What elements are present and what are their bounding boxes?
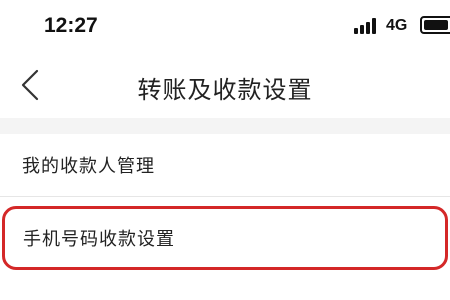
status-bar: 12:27 4G: [0, 0, 450, 52]
settings-list: 我的收款人管理 手机号码收款设置: [0, 134, 450, 300]
divider: [0, 196, 450, 197]
status-time: 12:27: [44, 14, 98, 37]
page-title: 转账及收款设置: [137, 76, 313, 104]
list-item-label: 我的收款人管理: [22, 156, 155, 177]
battery-icon: [420, 16, 450, 34]
status-indicators: 4G: [330, 16, 450, 38]
list-item-phone-number-collection-settings[interactable]: 手机号码收款设置: [2, 206, 448, 270]
list-item-payee-management[interactable]: 我的收款人管理: [0, 134, 450, 196]
signal-bars-icon: [354, 18, 380, 34]
network-type-label: 4G: [386, 17, 408, 34]
navigation-bar: 转账及收款设置: [0, 52, 450, 118]
list-item-label: 手机号码收款设置: [23, 229, 175, 250]
screen: 12:27 4G 转账及收款设置 我的收款人管理 手机号码收款设置: [0, 0, 450, 300]
